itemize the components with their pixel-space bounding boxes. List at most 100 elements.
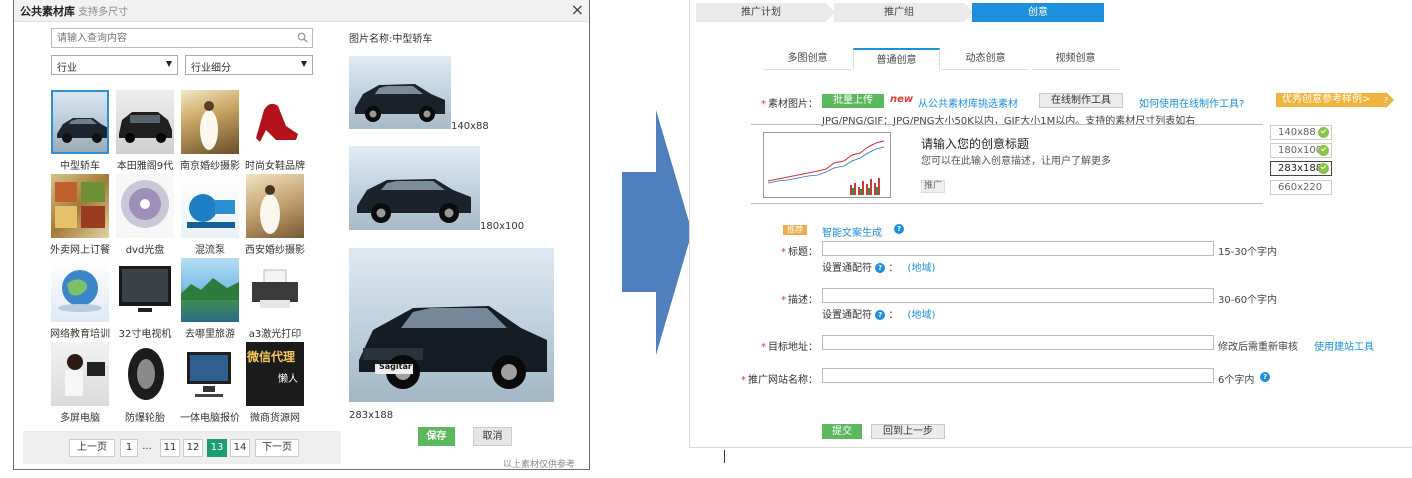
- reference-examples-label: 优秀创意参考样例>: [1282, 94, 1371, 105]
- thumbnail-image[interactable]: [246, 174, 304, 238]
- pagination: 上一页 1 ... 11 12 13 14 下一页: [23, 431, 341, 464]
- online-tool-button[interactable]: 在线制作工具: [1039, 93, 1123, 108]
- site-name-input[interactable]: [822, 368, 1214, 383]
- thumbnail-image[interactable]: [51, 174, 109, 238]
- site-builder-link[interactable]: 使用建站工具: [1314, 338, 1374, 353]
- site-name-hint: 6个字内: [1218, 375, 1255, 386]
- thumbnail-image[interactable]: [116, 90, 174, 154]
- batch-upload-button[interactable]: 批量上传: [822, 94, 884, 108]
- help-icon[interactable]: ?: [1260, 372, 1270, 382]
- thumbnail-item[interactable]: 时尚女鞋品牌: [245, 90, 306, 172]
- help-icon[interactable]: ?: [875, 310, 886, 320]
- library-pick-link[interactable]: 从公共素材库挑选素材: [918, 95, 1018, 110]
- thumbnail-image[interactable]: [181, 174, 239, 238]
- title-input[interactable]: [822, 241, 1214, 256]
- thumbnail-caption: 网络教育培训: [50, 329, 110, 340]
- tab-multi-image[interactable]: 多图创意: [764, 48, 851, 70]
- next-page-button[interactable]: 下一页: [255, 439, 299, 457]
- close-icon[interactable]: ×: [571, 0, 584, 19]
- thumbnail-image[interactable]: [246, 258, 304, 322]
- description-input[interactable]: [822, 288, 1214, 303]
- reference-examples-button[interactable]: 优秀创意参考样例> ?: [1276, 92, 1394, 108]
- size-option-140x88[interactable]: 140x88: [1270, 125, 1332, 140]
- thumbnail-item[interactable]: 微信代理 懒人 微商货源网: [246, 342, 306, 424]
- preview-promo-tag: 推广: [921, 180, 945, 193]
- search-box: [51, 28, 313, 48]
- thumbnail-item[interactable]: 32寸电视机: [116, 258, 176, 340]
- thumbnail-caption: 混流泵: [195, 245, 225, 256]
- page-12-button[interactable]: 12: [183, 439, 203, 457]
- description-wildcard-row: 设置通配符 ? ： (地域): [822, 310, 936, 321]
- thumbnail-item[interactable]: 中型轿车: [51, 90, 111, 172]
- thumbnail-image[interactable]: 微信代理 懒人: [246, 342, 304, 406]
- tab-normal[interactable]: 普通创意: [853, 48, 940, 70]
- help-icon[interactable]: ?: [894, 224, 904, 234]
- help-icon[interactable]: ?: [875, 263, 886, 273]
- thumbnail-item[interactable]: 网络教育培训: [50, 258, 111, 340]
- page-11-button[interactable]: 11: [160, 439, 180, 457]
- title-label: * 标题：: [748, 243, 818, 258]
- step-creative[interactable]: 创意: [972, 3, 1104, 22]
- thumbnail-item[interactable]: 防爆轮胎: [116, 342, 176, 424]
- search-icon[interactable]: [297, 32, 308, 43]
- thumbnail-caption: 一体电脑报价: [180, 413, 240, 424]
- subindustry-select-value: 行业细分: [191, 63, 231, 74]
- tab-video[interactable]: 视频创意: [1032, 48, 1119, 70]
- save-button[interactable]: 保存: [418, 427, 455, 446]
- thumbnail-item[interactable]: dvd光盘: [116, 174, 176, 256]
- tab-dynamic[interactable]: 动态创意: [942, 48, 1029, 70]
- thumbnail-item[interactable]: 去哪里旅游: [181, 258, 241, 340]
- wildcard-label: 设置通配符: [822, 263, 872, 274]
- region-wildcard-link[interactable]: (地域): [908, 310, 936, 321]
- thumbnail-image[interactable]: [181, 90, 239, 154]
- thumbnail-image[interactable]: [116, 342, 174, 406]
- thumbnail-image[interactable]: [116, 258, 174, 322]
- thumbnail-image[interactable]: [181, 342, 239, 406]
- size-option-283x188[interactable]: 283x188: [1270, 161, 1332, 176]
- step-adgroup[interactable]: 推广组: [834, 3, 964, 22]
- thumbnail-image[interactable]: [51, 90, 109, 154]
- page-1-button[interactable]: 1: [120, 439, 138, 457]
- thumbnail-caption: 外卖网上订餐: [50, 245, 110, 256]
- target-url-input[interactable]: [822, 335, 1214, 350]
- preview-description: 您可以在此输入创意描述，让用户了解更多: [921, 156, 1111, 167]
- search-input[interactable]: [52, 29, 282, 47]
- size-option-180x100[interactable]: 180x100: [1270, 143, 1332, 158]
- thumbnail-image[interactable]: [116, 174, 174, 238]
- thumbnail-caption: dvd光盘: [125, 245, 165, 256]
- recommend-badge: 推荐: [783, 225, 807, 235]
- thumbnail-item[interactable]: 外卖网上订餐: [50, 174, 111, 256]
- thumbnail-image[interactable]: [51, 342, 109, 406]
- thumbnail-image[interactable]: [246, 90, 304, 154]
- image-label-text: 素材图片：: [768, 99, 818, 110]
- thumbnail-item[interactable]: 西安婚纱摄影: [245, 174, 306, 256]
- page-14-button[interactable]: 14: [230, 439, 250, 457]
- subindustry-select[interactable]: 行业细分: [185, 55, 313, 75]
- description-hint: 30-60个字内: [1218, 295, 1278, 306]
- thumbnail-item[interactable]: 多屏电脑: [51, 342, 111, 424]
- thumbnail-item[interactable]: 混流泵: [181, 174, 241, 256]
- dropdown-arrow-icon: [301, 61, 307, 67]
- thumbnail-item[interactable]: 南京婚纱摄影: [180, 90, 241, 172]
- size-option-660x220[interactable]: 660x220: [1270, 180, 1332, 195]
- region-wildcard-link[interactable]: (地域): [908, 263, 936, 274]
- page-13-button[interactable]: 13: [207, 439, 227, 457]
- preview-image-140x88: [349, 56, 451, 129]
- smart-copy-link[interactable]: 智能文案生成: [822, 224, 882, 239]
- how-to-link[interactable]: 如何使用在线制作工具?: [1139, 95, 1244, 110]
- submit-button[interactable]: 提交: [822, 424, 862, 439]
- thumbnail-item[interactable]: 本田雅阁9代: [116, 90, 176, 172]
- preview-size-label: 283x188: [349, 410, 394, 421]
- thumbnail-image[interactable]: [51, 258, 109, 322]
- check-icon: [1318, 163, 1329, 174]
- thumbnail-item[interactable]: 一体电脑报价: [180, 342, 241, 424]
- step-campaign[interactable]: 推广计划: [696, 3, 826, 22]
- thumbnail-item[interactable]: a3激光打印: [246, 258, 306, 340]
- prev-page-button[interactable]: 上一页: [69, 439, 115, 457]
- flow-arrow-icon: [622, 110, 692, 355]
- target-url-hint: 修改后需重新审核: [1218, 342, 1298, 353]
- cancel-button[interactable]: 取消: [473, 427, 512, 446]
- back-button[interactable]: 回到上一步: [871, 424, 945, 439]
- thumbnail-image[interactable]: [181, 258, 239, 322]
- industry-select[interactable]: 行业: [51, 55, 178, 75]
